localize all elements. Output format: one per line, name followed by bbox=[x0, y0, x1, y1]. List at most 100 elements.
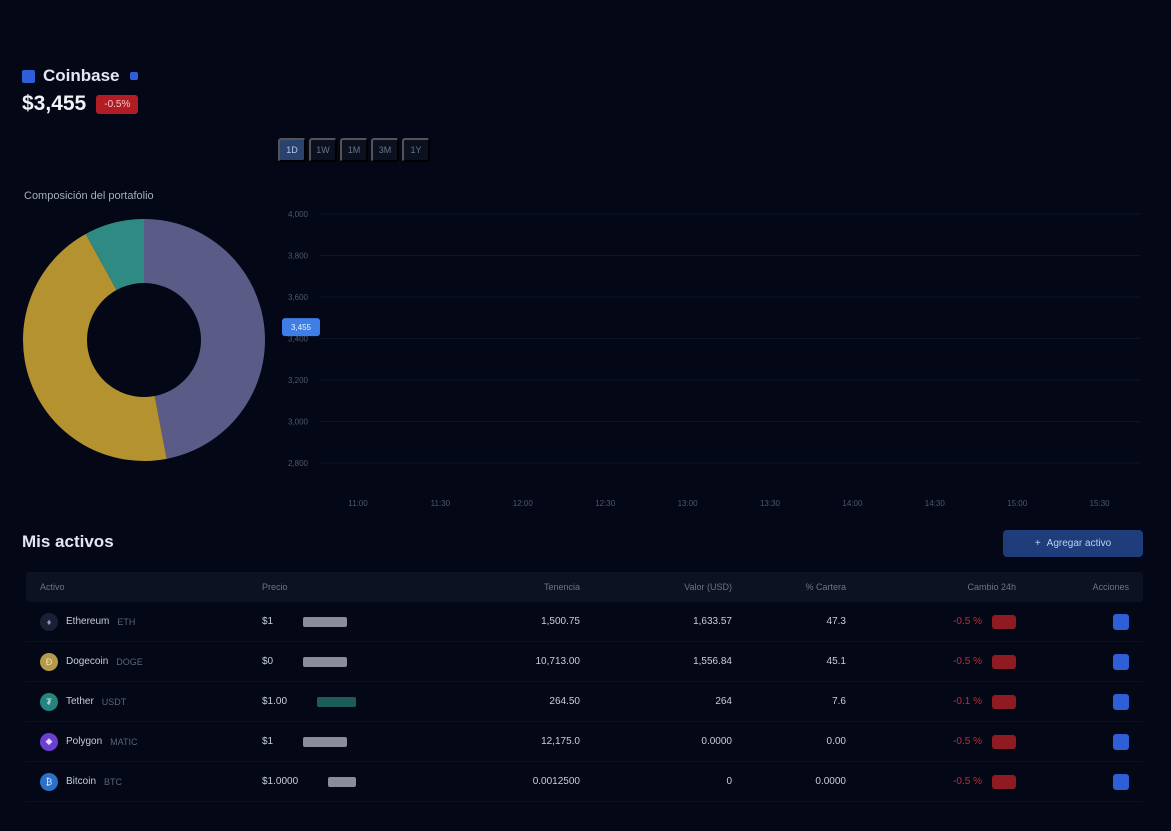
tab-range-1m[interactable]: 1M bbox=[340, 138, 368, 162]
edit-asset-button[interactable] bbox=[1113, 773, 1129, 790]
trend-down-icon bbox=[992, 734, 1016, 749]
x-tick-label: 13:00 bbox=[678, 499, 699, 508]
actions-cell bbox=[1016, 693, 1143, 710]
asset-value: 0 bbox=[726, 776, 732, 787]
y-tick-label: 2,800 bbox=[288, 459, 309, 468]
asset-cell: Ð Dogecoin DOGE bbox=[26, 652, 226, 671]
asset-price: $1 bbox=[262, 736, 274, 747]
edit-asset-button[interactable] bbox=[1113, 693, 1129, 710]
tab-range-1d[interactable]: 1D bbox=[278, 138, 306, 162]
price-cell: $1 bbox=[226, 616, 356, 627]
asset-price: $1.00 bbox=[262, 696, 288, 707]
table-row[interactable]: ₮ Tether USDT $1.00 264.50 264 7.6 -0.1 % bbox=[26, 682, 1143, 722]
table-row[interactable]: ♦ Ethereum ETH $1 1,500.75 1,633.57 47.3 -0.5 % bbox=[26, 602, 1143, 642]
asset-value: 1,556.84 bbox=[693, 656, 732, 667]
edit-asset-button[interactable] bbox=[1113, 653, 1129, 670]
asset-share: 0.00 bbox=[826, 736, 846, 747]
asset-change: -0.5 % bbox=[953, 616, 982, 627]
asset-name: Polygon bbox=[66, 736, 103, 747]
change-cell: -0.5 % bbox=[846, 734, 1016, 749]
asset-change: -0.5 % bbox=[953, 736, 982, 747]
asset-share: 0.0000 bbox=[815, 776, 846, 787]
sparkline bbox=[303, 656, 348, 667]
table-row[interactable]: Ð Dogecoin DOGE $0 10,713.00 1,556.84 45.1 -0.5… bbox=[26, 642, 1143, 682]
price-cell: $0 bbox=[226, 656, 356, 667]
table-header: Activo Precio Tenencia Valor (USD) % Car… bbox=[26, 572, 1143, 602]
sparkline bbox=[317, 696, 356, 707]
composition-label: Composición del portafolio bbox=[24, 190, 154, 202]
asset-holding: 264.50 bbox=[549, 696, 580, 707]
add-asset-button[interactable]: + Agregar activo bbox=[1003, 530, 1143, 557]
asset-change: -0.1 % bbox=[953, 696, 982, 707]
asset-price: $1 bbox=[262, 616, 274, 627]
asset-cell: ₮ Tether USDT bbox=[26, 692, 226, 711]
wallet-icon bbox=[22, 69, 35, 83]
wallet-dropdown-icon[interactable] bbox=[129, 72, 138, 80]
asset-share: 45.1 bbox=[826, 656, 846, 667]
asset-holding: 1,500.75 bbox=[541, 616, 580, 627]
tab-range-1w[interactable]: 1W bbox=[309, 138, 337, 162]
time-range-tabs: 1D 1W 1M 3M 1Y bbox=[278, 138, 430, 162]
price-cell: $1 bbox=[226, 736, 356, 747]
actions-cell bbox=[1016, 733, 1143, 750]
wallet-name[interactable]: Coinbase bbox=[43, 66, 120, 86]
x-tick-label: 14:30 bbox=[925, 499, 946, 508]
column-header-share[interactable]: % Cartera bbox=[732, 582, 846, 592]
y-tick-label: 4,000 bbox=[288, 210, 309, 219]
plus-icon: + bbox=[1034, 538, 1041, 549]
column-header-asset[interactable]: Activo bbox=[26, 582, 226, 592]
sparkline bbox=[303, 616, 348, 627]
asset-holding: 12,175.0 bbox=[541, 736, 580, 747]
actions-cell bbox=[1016, 613, 1143, 630]
change-cell: -0.5 % bbox=[846, 614, 1016, 629]
column-header-price[interactable]: Precio bbox=[226, 582, 356, 592]
x-tick-label: 12:00 bbox=[513, 499, 534, 508]
asset-cell: ₿ Bitcoin BTC bbox=[26, 772, 226, 791]
asset-change: -0.5 % bbox=[953, 776, 982, 787]
x-tick-label: 14:00 bbox=[842, 499, 863, 508]
change-cell: -0.5 % bbox=[846, 774, 1016, 789]
edit-asset-button[interactable] bbox=[1113, 733, 1129, 750]
current-value-marker: 3,455 bbox=[282, 318, 320, 337]
actions-cell bbox=[1016, 773, 1143, 790]
donut-slice-ethereum[interactable] bbox=[144, 219, 265, 459]
trend-down-icon bbox=[992, 694, 1016, 709]
y-tick-label: 3,800 bbox=[288, 252, 309, 261]
asset-holding: 0.0012500 bbox=[532, 776, 580, 787]
asset-name: Dogecoin bbox=[66, 656, 109, 667]
price-cell: $1.00 bbox=[226, 696, 356, 707]
change-cell: -0.5 % bbox=[846, 654, 1016, 669]
assets-table: Activo Precio Tenencia Valor (USD) % Car… bbox=[26, 572, 1143, 802]
column-header-value[interactable]: Valor (USD) bbox=[580, 582, 732, 592]
column-header-actions: Acciones bbox=[1092, 582, 1129, 592]
sparkline bbox=[328, 776, 356, 787]
trend-down-icon bbox=[992, 654, 1016, 669]
coin-icon: ₮ bbox=[40, 692, 58, 711]
asset-symbol: BTC bbox=[104, 776, 123, 787]
asset-price: $1.0000 bbox=[262, 776, 299, 787]
asset-symbol: ETH bbox=[117, 616, 136, 627]
asset-change: -0.5 % bbox=[953, 656, 982, 667]
table-row[interactable]: ◆ Polygon MATIC $1 12,175.0 0.0000 0.00 -0.5 % bbox=[26, 722, 1143, 762]
current-value-label: 3,455 bbox=[291, 323, 312, 332]
change-cell: -0.1 % bbox=[846, 694, 1016, 709]
coin-icon: ♦ bbox=[40, 612, 58, 631]
table-row[interactable]: ₿ Bitcoin BTC $1.0000 0.0012500 0 0.0000 -0.5 % bbox=[26, 762, 1143, 802]
tab-range-3m[interactable]: 3M bbox=[371, 138, 399, 162]
tab-range-1y[interactable]: 1Y bbox=[402, 138, 430, 162]
edit-asset-button[interactable] bbox=[1113, 613, 1129, 630]
asset-value: 264 bbox=[715, 696, 732, 707]
trend-down-icon bbox=[992, 614, 1016, 629]
y-tick-label: 3,200 bbox=[288, 376, 309, 385]
x-tick-label: 11:00 bbox=[348, 499, 368, 508]
trend-down-icon bbox=[992, 774, 1016, 789]
composition-donut-chart bbox=[23, 219, 265, 461]
asset-name: Ethereum bbox=[66, 616, 110, 627]
asset-cell: ♦ Ethereum ETH bbox=[26, 612, 226, 631]
add-asset-label: Agregar activo bbox=[1046, 538, 1112, 549]
y-tick-label: 3,600 bbox=[288, 293, 309, 302]
x-tick-label: 15:00 bbox=[1007, 499, 1028, 508]
column-header-change[interactable]: Cambio 24h bbox=[846, 582, 1016, 592]
asset-holding: 10,713.00 bbox=[535, 656, 581, 667]
column-header-holding[interactable]: Tenencia bbox=[356, 582, 580, 592]
